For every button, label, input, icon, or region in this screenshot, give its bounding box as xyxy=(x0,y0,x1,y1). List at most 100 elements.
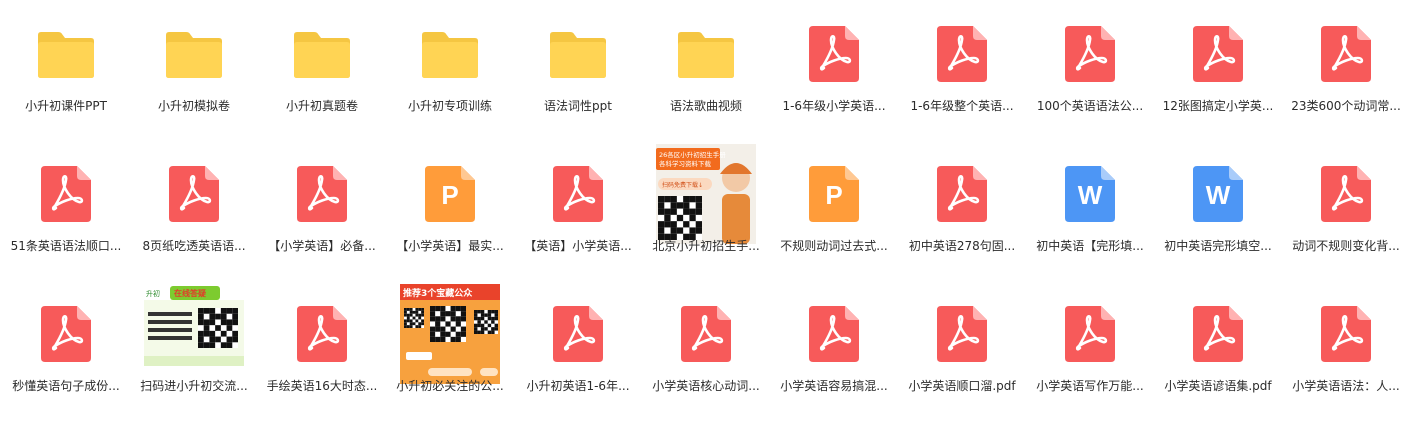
file-name: 【小学英语】最实... xyxy=(396,239,504,253)
svg-text:P: P xyxy=(825,180,842,210)
file-item-pdf[interactable]: 手绘英语16大时态... xyxy=(258,280,386,420)
file-item-image[interactable]: 升初 在线答疑扫码进小升初交流... xyxy=(130,280,258,420)
file-item-pdf[interactable]: 小学英语谚语集.pdf xyxy=(1154,280,1282,420)
pdf-icon xyxy=(898,292,1026,376)
folder-icon xyxy=(386,12,514,96)
folder-icon xyxy=(258,12,386,96)
pdf-icon xyxy=(770,292,898,376)
file-item-pdf[interactable]: 小学英语顺口溜.pdf xyxy=(898,280,1026,420)
file-name: 初中英语【完形填... xyxy=(1036,239,1144,253)
file-name: 初中英语278句固... xyxy=(908,239,1016,253)
file-name: 【英语】小学英语... xyxy=(524,239,632,253)
image-thumbnail: 推荐3个宝藏公众 xyxy=(386,284,514,384)
file-name: 初中英语完形填空... xyxy=(1164,239,1272,253)
svg-text:W: W xyxy=(1206,180,1231,210)
file-name: 小升初英语1-6年... xyxy=(526,379,630,393)
folder-icon xyxy=(642,12,770,96)
file-item-pdf[interactable]: 12张图搞定小学英... xyxy=(1154,0,1282,140)
file-item-pdf[interactable]: 小升初英语1-6年... xyxy=(514,280,642,420)
pdf-icon xyxy=(130,152,258,236)
file-item-pdf[interactable]: 初中英语278句固... xyxy=(898,140,1026,280)
pdf-icon xyxy=(1026,12,1154,96)
file-name: 扫码进小升初交流... xyxy=(140,379,248,393)
pdf-icon xyxy=(2,292,130,376)
file-item-word[interactable]: W 初中英语【完形填... xyxy=(1026,140,1154,280)
file-item-pdf[interactable]: 【英语】小学英语... xyxy=(514,140,642,280)
pdf-icon xyxy=(1026,292,1154,376)
file-name: 小升初模拟卷 xyxy=(157,99,230,113)
file-name: 12张图搞定小学英... xyxy=(1162,99,1274,113)
file-item-pdf[interactable]: 小学英语写作万能... xyxy=(1026,280,1154,420)
folder-icon xyxy=(130,12,258,96)
file-item-folder[interactable]: 语法歌曲视频 xyxy=(642,0,770,140)
file-name: 100个英语语法公... xyxy=(1036,99,1144,113)
file-item-pdf[interactable]: 1-6年级小学英语... xyxy=(770,0,898,140)
file-name: 51条英语语法顺口... xyxy=(10,239,122,253)
file-item-folder[interactable]: 小升初真题卷 xyxy=(258,0,386,140)
file-item-folder[interactable]: 小升初课件PPT xyxy=(2,0,130,140)
file-item-pdf[interactable]: 23类600个动词常... xyxy=(1282,0,1410,140)
file-name: 不规则动词过去式... xyxy=(780,239,888,253)
file-name: 秒懂英语句子成份... xyxy=(12,379,120,393)
file-item-pdf[interactable]: 8页纸吃透英语语... xyxy=(130,140,258,280)
file-item-folder[interactable]: 小升初模拟卷 xyxy=(130,0,258,140)
svg-text:在线答疑: 在线答疑 xyxy=(174,288,206,298)
file-name: 手绘英语16大时态... xyxy=(266,379,378,393)
pdf-icon xyxy=(1282,152,1410,236)
file-item-pdf[interactable]: 动词不规则变化背... xyxy=(1282,140,1410,280)
file-item-folder[interactable]: 语法词性ppt xyxy=(514,0,642,140)
pdf-icon xyxy=(1282,12,1410,96)
file-name: 1-6年级整个英语... xyxy=(910,99,1014,113)
file-item-pdf[interactable]: 秒懂英语句子成份... xyxy=(2,280,130,420)
ppt-icon: P xyxy=(770,152,898,236)
file-item-pdf[interactable]: 小学英语语法：人... xyxy=(1282,280,1410,420)
file-item-folder[interactable]: 小升初专项训练 xyxy=(386,0,514,140)
file-name: 小学英语谚语集.pdf xyxy=(1164,379,1272,393)
file-name: 小学英语写作万能... xyxy=(1036,379,1144,393)
file-item-word[interactable]: W 初中英语完形填空... xyxy=(1154,140,1282,280)
file-name: 语法歌曲视频 xyxy=(669,99,742,113)
file-name: 动词不规则变化背... xyxy=(1292,239,1400,253)
file-name: 小升初专项训练 xyxy=(407,99,492,113)
pdf-icon xyxy=(1282,292,1410,376)
pdf-icon xyxy=(642,292,770,376)
file-name: 小升初必关注的公... xyxy=(396,379,504,393)
file-item-pdf[interactable]: 小学英语容易搞混... xyxy=(770,280,898,420)
file-item-pdf[interactable]: 小学英语核心动词... xyxy=(642,280,770,420)
pdf-icon xyxy=(258,292,386,376)
svg-text:W: W xyxy=(1078,180,1103,210)
file-name: 小学英语顺口溜.pdf xyxy=(908,379,1016,393)
file-name: 小学英语语法：人... xyxy=(1292,379,1400,393)
file-item-image[interactable]: 推荐3个宝藏公众 小升初必关注的公... xyxy=(386,280,514,420)
svg-text:各科学习资料下载: 各科学习资料下载 xyxy=(659,159,712,168)
file-item-ppt[interactable]: P 【小学英语】最实... xyxy=(386,140,514,280)
pdf-icon xyxy=(898,152,1026,236)
file-name: 1-6年级小学英语... xyxy=(782,99,886,113)
file-name: 8页纸吃透英语语... xyxy=(142,239,246,253)
file-item-image[interactable]: 26各区小升初招生手册 各科学习资料下载 扫码免费下载↓ 北京小升初招生手... xyxy=(642,140,770,280)
file-item-pdf[interactable]: 1-6年级整个英语... xyxy=(898,0,1026,140)
file-item-pdf[interactable]: 【小学英语】必备... xyxy=(258,140,386,280)
file-name: 23类600个动词常... xyxy=(1291,99,1401,113)
word-icon: W xyxy=(1026,152,1154,236)
folder-icon xyxy=(514,12,642,96)
image-thumbnail: 升初 在线答疑 xyxy=(130,284,258,384)
svg-text:升初: 升初 xyxy=(146,289,160,298)
word-icon: W xyxy=(1154,152,1282,236)
file-name: 语法词性ppt xyxy=(544,99,612,113)
pdf-icon xyxy=(1154,292,1282,376)
file-item-pdf[interactable]: 51条英语语法顺口... xyxy=(2,140,130,280)
ppt-icon: P xyxy=(386,152,514,236)
pdf-icon xyxy=(514,292,642,376)
image-thumbnail: 26各区小升初招生手册 各科学习资料下载 扫码免费下载↓ xyxy=(642,144,770,244)
pdf-icon xyxy=(258,152,386,236)
file-name: 小升初课件PPT xyxy=(25,99,107,113)
pdf-icon xyxy=(514,152,642,236)
folder-icon xyxy=(2,12,130,96)
file-item-ppt[interactable]: P 不规则动词过去式... xyxy=(770,140,898,280)
file-item-pdf[interactable]: 100个英语语法公... xyxy=(1026,0,1154,140)
svg-text:P: P xyxy=(441,180,458,210)
pdf-icon xyxy=(1154,12,1282,96)
svg-text:扫码免费下载↓: 扫码免费下载↓ xyxy=(662,181,703,189)
file-name: 北京小升初招生手... xyxy=(652,239,760,253)
